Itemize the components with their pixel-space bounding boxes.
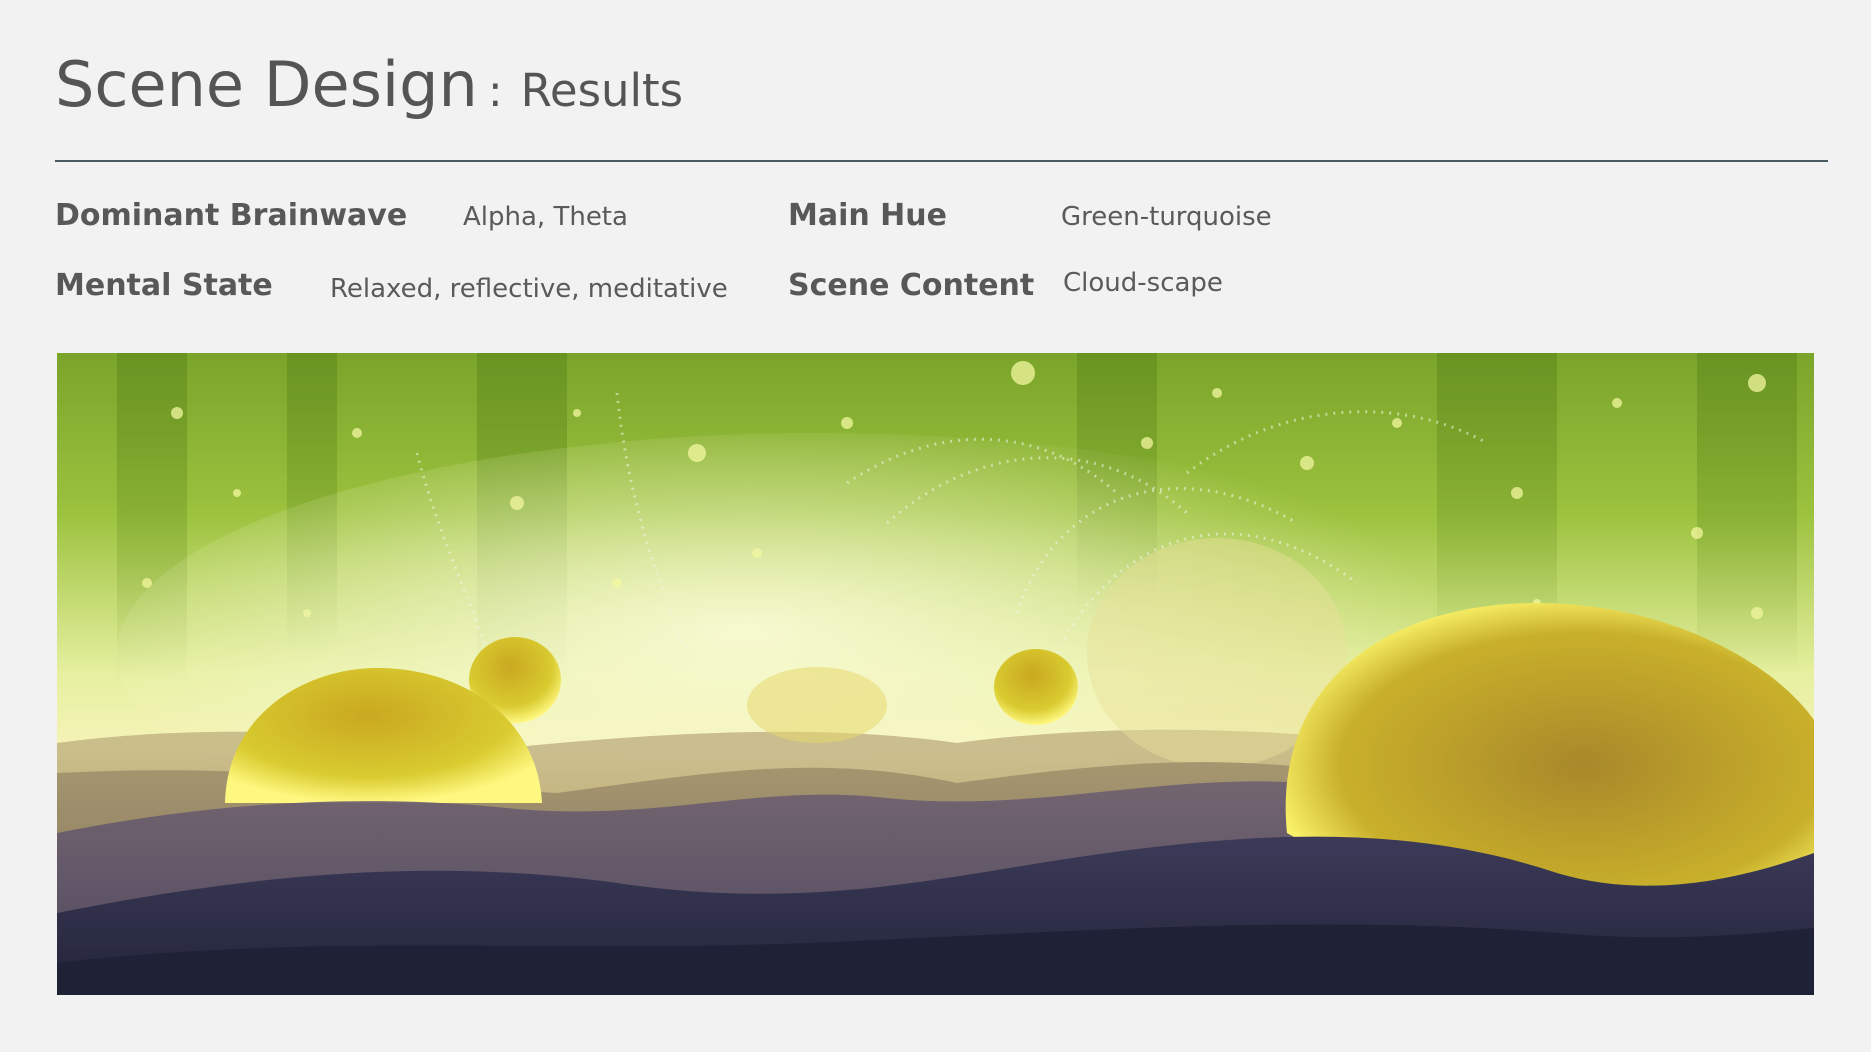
- brainwave-value: Alpha, Theta: [463, 202, 628, 232]
- mental-state-label: Mental State: [55, 268, 273, 303]
- scene-content-label: Scene Content: [788, 268, 1035, 303]
- slide: Scene Design: Results Dominant Brainwave …: [0, 0, 1871, 1052]
- scene-content-value: Cloud-scape: [1063, 268, 1223, 298]
- hue-label: Main Hue: [788, 198, 947, 233]
- title-main: Scene Design: [55, 48, 478, 121]
- title-subtitle: Results: [520, 64, 684, 117]
- brainwave-label: Dominant Brainwave: [55, 198, 408, 233]
- scene-render-image: [57, 353, 1814, 995]
- title-divider: [55, 160, 1828, 162]
- hue-value: Green-turquoise: [1061, 202, 1272, 232]
- mental-state-value: Relaxed, reflective, meditative: [330, 274, 728, 304]
- page-title: Scene Design: Results: [55, 48, 683, 121]
- cloudscape-illustration: [57, 353, 1814, 995]
- title-separator: :: [487, 66, 503, 117]
